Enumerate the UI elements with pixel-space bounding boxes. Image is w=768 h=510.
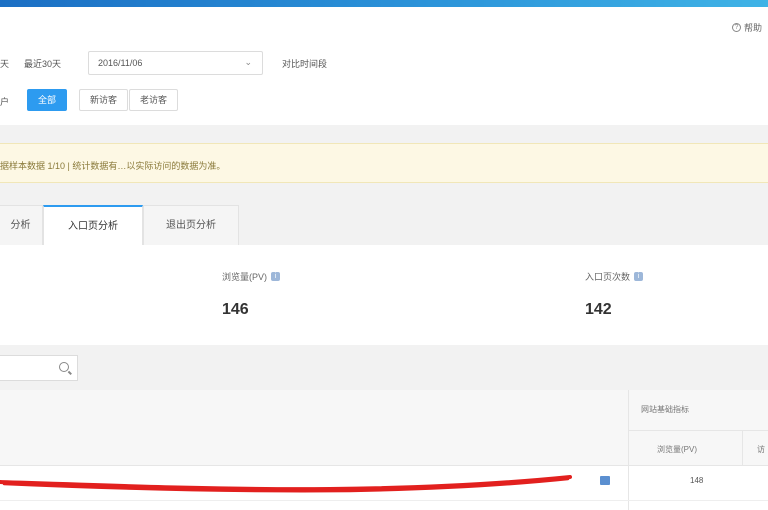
- info-icon[interactable]: i: [634, 272, 644, 281]
- column-group-header: 网站基础指标: [641, 405, 689, 414]
- help-label: 帮助: [743, 23, 762, 33]
- visitor-option-all[interactable]: 全部: [27, 89, 68, 111]
- column-header-next[interactable]: 访: [757, 444, 765, 455]
- help-link[interactable]: ? 帮助: [731, 21, 762, 34]
- metric-value-pv: 146: [222, 301, 249, 318]
- metric-value-entries: 142: [585, 301, 612, 318]
- compare-period-link[interactable]: 对比时间段: [282, 57, 327, 70]
- quick-range-link[interactable]: 最近30天: [24, 57, 61, 70]
- metric-label-pv: 浏览量(PV) i: [222, 270, 281, 283]
- tab-entry-page[interactable]: 入口页分析: [43, 205, 143, 245]
- column-header-pv[interactable]: 浏览量(PV): [657, 444, 697, 455]
- visitor-option-new[interactable]: 新访客: [79, 89, 129, 111]
- chevron-down-icon: ⌄: [244, 57, 252, 67]
- chart-icon[interactable]: [600, 476, 610, 485]
- search-input[interactable]: [0, 355, 78, 381]
- tab-exit-page[interactable]: 退出页分析: [143, 205, 239, 245]
- red-redaction-scribble: [0, 475, 572, 493]
- table-header-left: [0, 390, 628, 466]
- analysis-tabs: 分析 入口页分析 退出页分析: [0, 205, 768, 245]
- visitor-filter-row: 户 全部 新访客 老访客: [0, 84, 768, 116]
- table-header-right: 网站基础指标 浏览量(PV) 访: [628, 390, 768, 466]
- tab-analysis[interactable]: 分析: [0, 205, 43, 245]
- header-column-divider: [742, 430, 743, 466]
- notice-text: 据样本数据 1/10 | 统计数据有…以实际访问的数据为准。: [0, 161, 226, 171]
- date-filter-row: 天 最近30天 2016/11/06 ⌄ 对比时间段: [0, 46, 768, 78]
- table-row-pv-value: 148: [690, 476, 704, 485]
- metric-pv-label-text: 浏览量(PV): [222, 272, 268, 282]
- sampling-notice: 据样本数据 1/10 | 统计数据有…以实际访问的数据为准。: [0, 143, 768, 183]
- visitor-option-returning[interactable]: 老访客: [129, 89, 179, 111]
- question-circle-icon: ?: [731, 23, 741, 32]
- metric-label-entries: 入口页次数 i: [585, 270, 644, 283]
- date-range-value: 2016/11/06: [98, 58, 143, 68]
- row-column-divider: [628, 466, 629, 510]
- metrics-panel: 浏览量(PV) i 146 入口页次数 i 142: [0, 245, 768, 345]
- header-divider: [629, 430, 768, 431]
- info-icon[interactable]: i: [271, 272, 281, 281]
- visitor-prefix-label: 户: [0, 97, 10, 107]
- metric-entries-label-text: 入口页次数: [585, 272, 631, 282]
- row-divider: [0, 500, 768, 501]
- date-range-select[interactable]: 2016/11/06 ⌄: [88, 51, 263, 75]
- search-icon[interactable]: [59, 362, 69, 372]
- top-gradient-bar: [0, 0, 768, 7]
- date-prefix-label: 天: [0, 59, 10, 69]
